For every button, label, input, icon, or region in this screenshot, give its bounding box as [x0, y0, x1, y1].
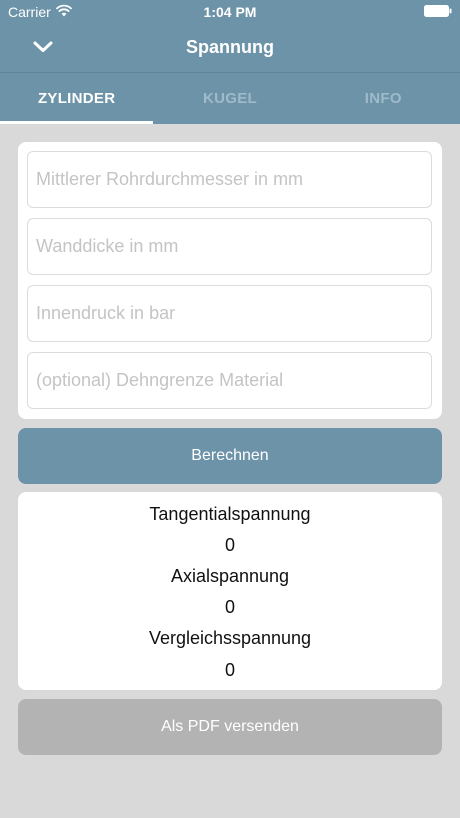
- send-pdf-button[interactable]: Als PDF versenden: [18, 699, 442, 755]
- tab-zylinder[interactable]: ZYLINDER: [0, 73, 154, 124]
- page-title: Spannung: [186, 37, 274, 57]
- tangential-stress-label: Tangentialspannung: [149, 504, 311, 524]
- tab-kugel[interactable]: KUGEL: [153, 73, 306, 124]
- wall-thickness-input[interactable]: [27, 218, 432, 275]
- equivalent-stress-label: Vergleichsspannung: [148, 628, 312, 648]
- diameter-input[interactable]: [27, 151, 432, 208]
- axial-stress-value: 0: [224, 597, 235, 617]
- tab-info[interactable]: INFO: [307, 73, 460, 124]
- calculate-button[interactable]: Berechnen: [18, 428, 442, 484]
- tab-bar: ZYLINDER KUGEL INFO: [0, 73, 460, 124]
- status-time: 1:04 PM: [203, 4, 257, 20]
- status-bar: Carrier 1:04 PM: [0, 0, 460, 24]
- yield-strength-input[interactable]: [27, 352, 432, 409]
- input-form-card: [18, 142, 442, 419]
- axial-stress-label: Axialspannung: [170, 566, 290, 586]
- battery-icon: [424, 5, 452, 17]
- internal-pressure-input[interactable]: [27, 285, 432, 342]
- results-card: Tangentialspannung 0 Axialspannung 0 Ver…: [18, 492, 442, 690]
- equivalent-stress-value: 0: [224, 660, 235, 680]
- app-header: Carrier 1:04 PM Spannung ZYLINDER KUGEL …: [0, 0, 460, 124]
- tangential-stress-value: 0: [224, 535, 235, 555]
